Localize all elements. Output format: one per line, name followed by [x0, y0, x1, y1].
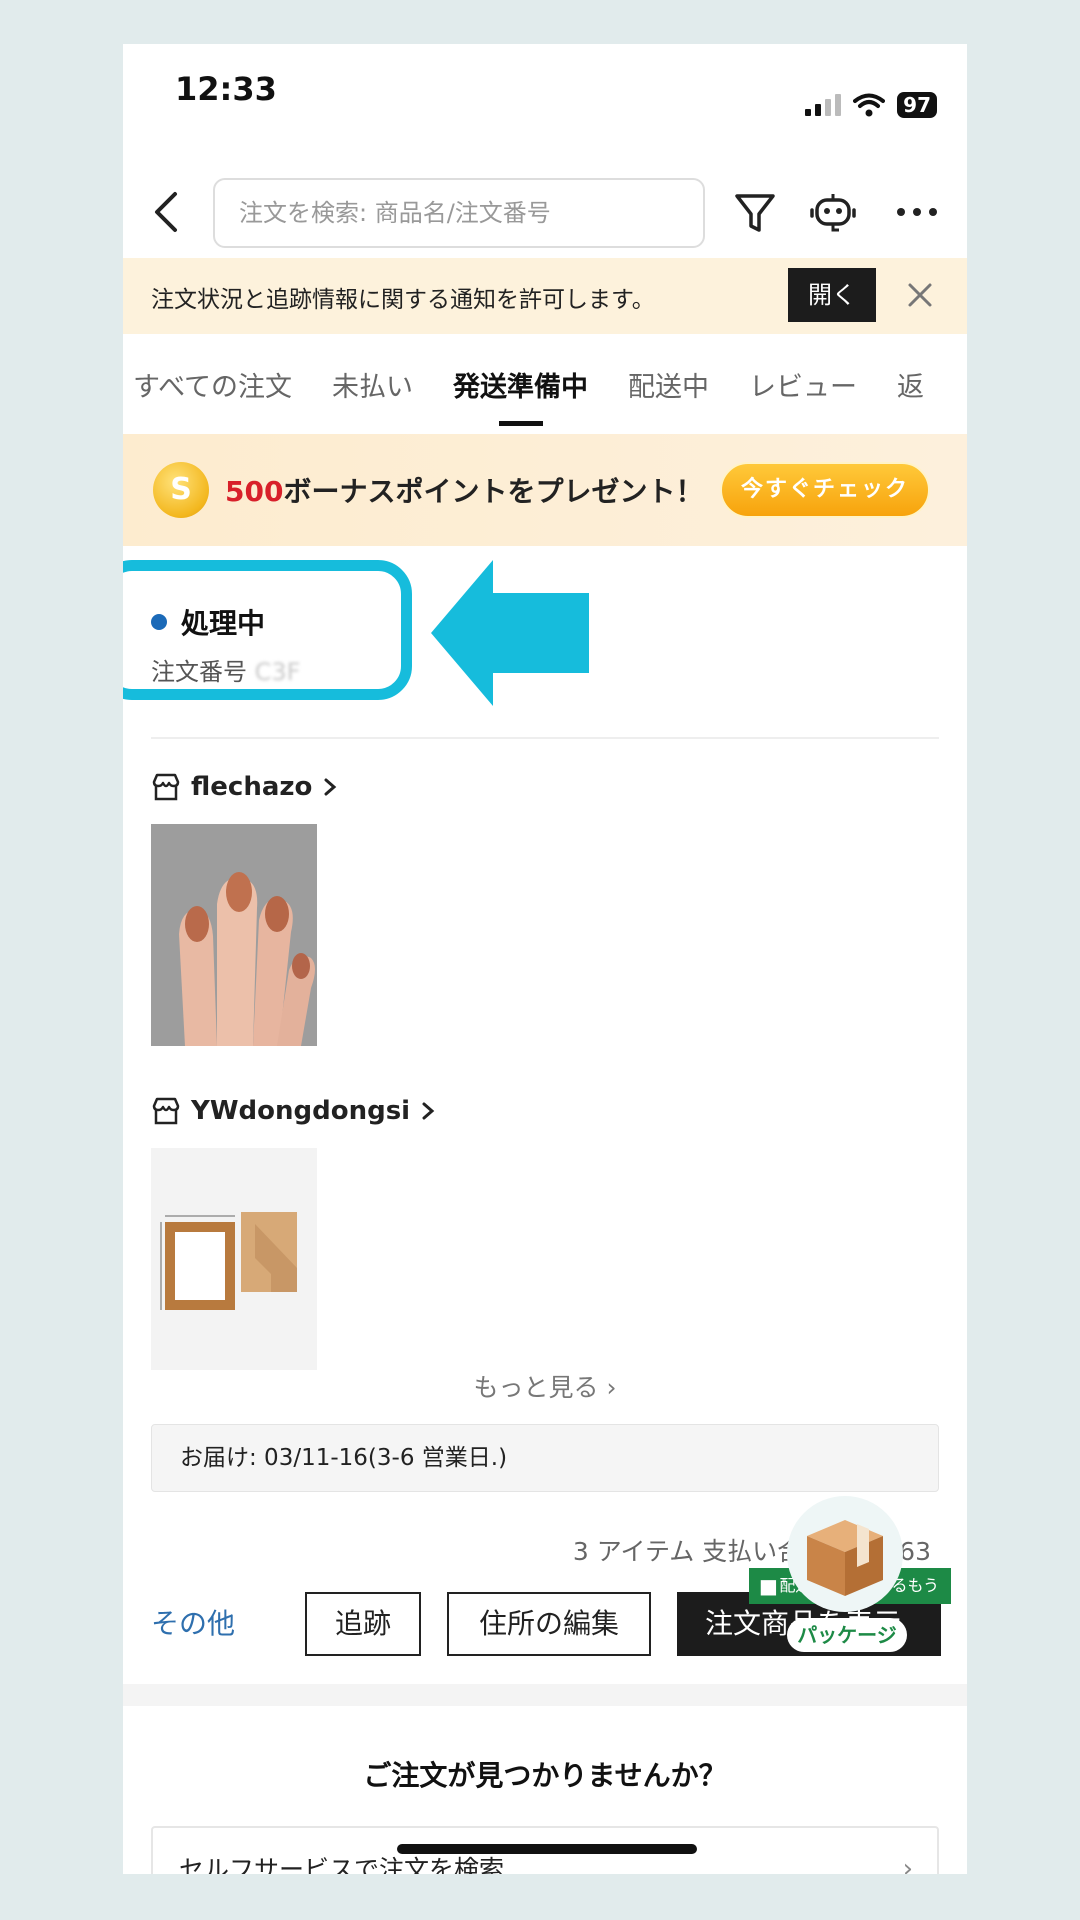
other-actions-link[interactable]: その他 — [151, 1602, 235, 1642]
open-notifications-button[interactable]: 開く — [788, 268, 876, 322]
divider — [151, 737, 939, 739]
check-now-button[interactable]: 今すぐチェック — [720, 462, 930, 518]
tab-all-orders[interactable]: すべての注文 — [123, 365, 312, 404]
bonus-points-banner: S 500ボーナスポイントをプレゼント！ 今すぐチェック — [123, 434, 967, 546]
status-time: 12:33 — [175, 70, 277, 108]
highlight-box-annotation — [123, 560, 412, 700]
phone-screen: 12:33 97 注文を検索: 商品名/注文番号 注文状況と追跡情報に関する通知… — [123, 44, 967, 1874]
product-image-photo-frame[interactable] — [151, 1148, 317, 1370]
tab-preparing-shipment[interactable]: 発送準備中 — [433, 365, 608, 426]
order-status-tabs: すべての注文 未払い 発送準備中 配送中 レビュー 返 — [123, 334, 967, 434]
battery-indicator: 97 — [897, 92, 937, 118]
back-arrow-icon[interactable] — [147, 188, 187, 236]
chevron-right-icon — [422, 1102, 435, 1120]
promo-text: 500ボーナスポイントをプレゼント！ — [225, 470, 703, 510]
wifi-icon — [853, 93, 886, 117]
home-indicator — [397, 1844, 697, 1854]
see-more-link[interactable]: もっと見る › — [123, 1368, 967, 1404]
pointer-arrow-annotation — [431, 560, 589, 706]
more-options-icon[interactable] — [891, 186, 943, 238]
product-image-nails[interactable] — [151, 824, 317, 1046]
filter-icon[interactable] — [729, 186, 781, 238]
store-flechazo[interactable]: flechazo — [151, 772, 338, 802]
tab-shipping[interactable]: 配送中 — [608, 365, 729, 404]
tab-review[interactable]: レビュー — [729, 365, 877, 404]
notification-permission-banner: 注文状況と追跡情報に関する通知を許可します。 開く — [123, 258, 967, 334]
chevron-right-icon: › — [606, 1373, 617, 1402]
help-title: ご注文が見つかりませんか？ — [363, 1759, 727, 1792]
edit-address-button[interactable]: 住所の編集 — [447, 1592, 651, 1656]
section-separator — [123, 1684, 967, 1706]
cardboard-box-icon — [807, 1520, 883, 1596]
package-circle — [787, 1496, 903, 1612]
photo-frame-illustration — [151, 1148, 317, 1370]
store-name: YWdongdongsi — [191, 1096, 411, 1126]
cellular-signal-icon — [805, 94, 842, 116]
chevron-right-icon — [324, 778, 337, 796]
search-input[interactable]: 注文を検索: 商品名/注文番号 — [213, 178, 705, 248]
tab-unpaid[interactable]: 未払い — [312, 365, 433, 404]
chevron-right-icon: › — [902, 1854, 913, 1874]
close-icon[interactable] — [903, 278, 937, 312]
package-tracker-floating-button[interactable]: ■ 配送状況がわかるもう パッケージ — [749, 1496, 967, 1676]
notice-text: 注文状況と追跡情報に関する通知を許可します。 — [151, 287, 655, 313]
coin-icon: S — [153, 462, 209, 518]
delivery-estimate: お届け: 03/11-16(3-6 営業日.) — [151, 1424, 939, 1492]
store-name: flechazo — [191, 772, 313, 802]
truck-icon: ■ — [759, 1574, 778, 1598]
status-icons: 97 — [805, 92, 937, 118]
see-more-label: もっと見る — [473, 1373, 599, 1402]
store-ywdongdongsi[interactable]: YWdongdongsi — [151, 1096, 436, 1126]
track-button[interactable]: 追跡 — [305, 1592, 421, 1656]
package-label: パッケージ — [787, 1618, 907, 1652]
store-icon — [152, 773, 180, 801]
nails-illustration — [151, 824, 317, 1046]
promo-message: ボーナスポイントをプレゼント！ — [283, 475, 704, 508]
store-icon — [152, 1097, 180, 1125]
promo-points: 500 — [225, 475, 284, 508]
customer-service-robot-icon[interactable] — [807, 186, 859, 238]
search-bar: 注文を検索: 商品名/注文番号 — [123, 170, 967, 254]
tab-returns[interactable]: 返 — [877, 365, 944, 404]
